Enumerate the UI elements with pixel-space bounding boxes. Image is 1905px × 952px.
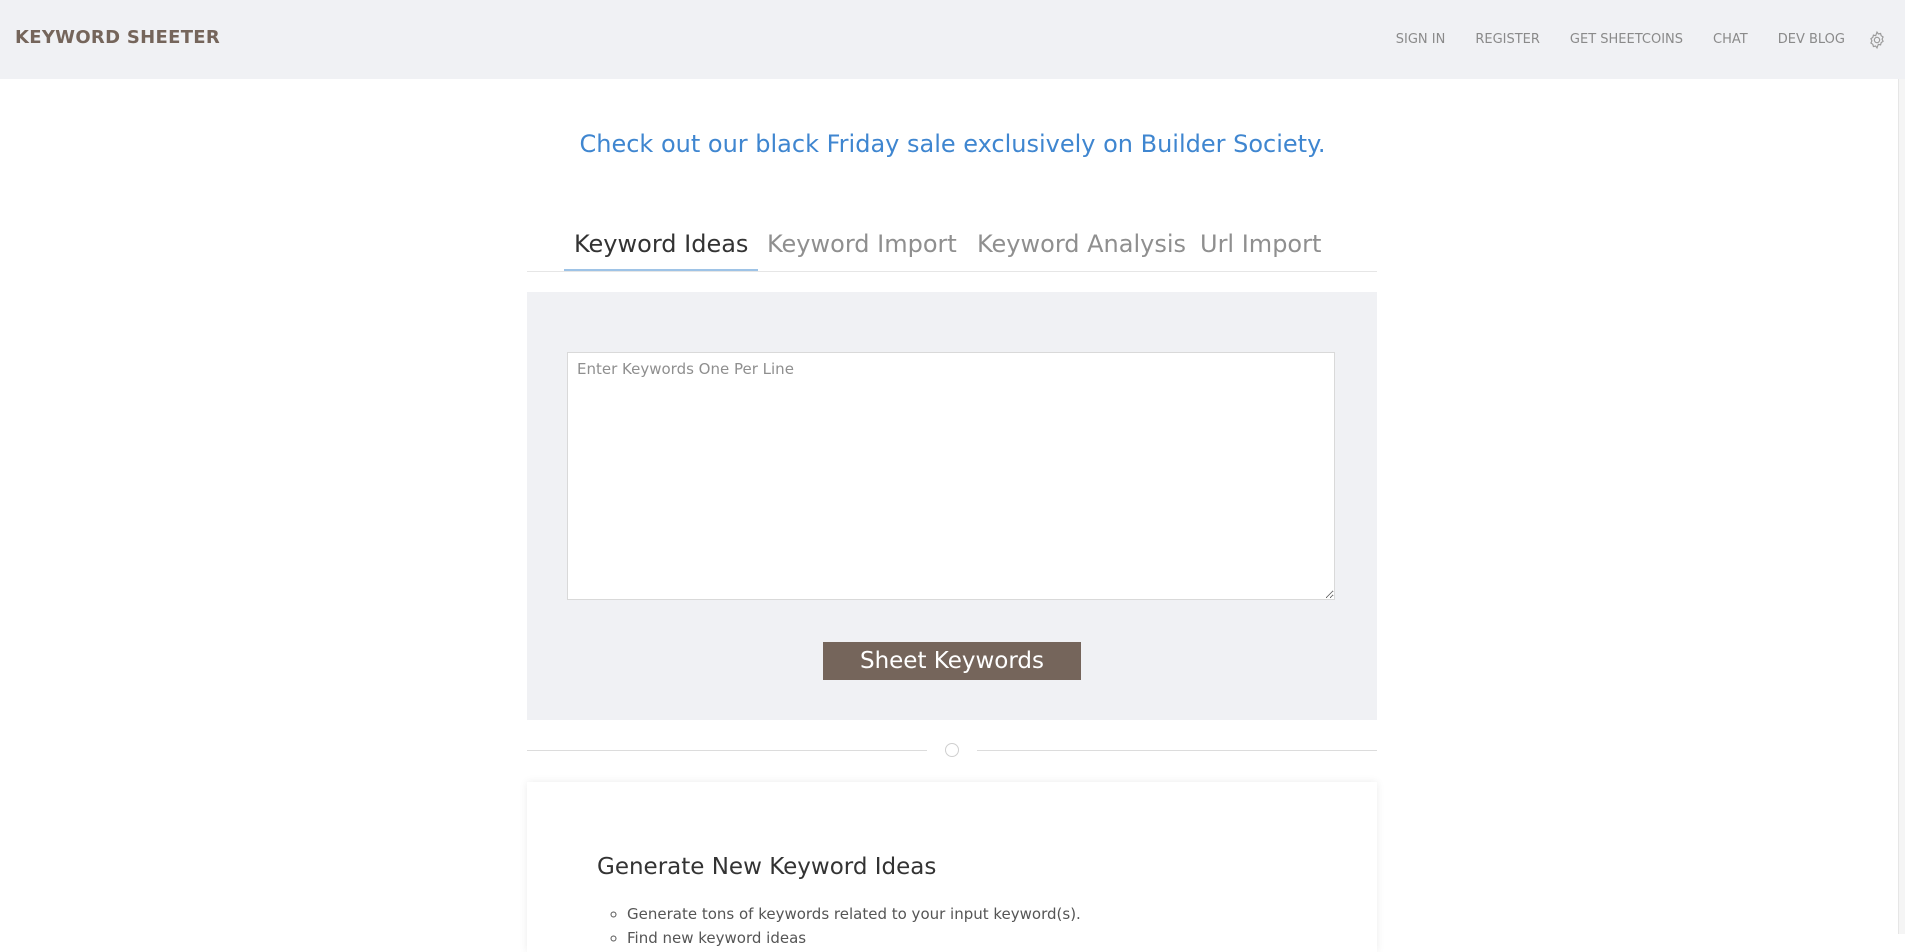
divider-line-right <box>977 750 1377 751</box>
info-card: Generate New Keyword Ideas Generate tons… <box>527 782 1377 952</box>
tab-url-import[interactable]: Url Import <box>1200 230 1321 270</box>
info-bullet-list: Generate tons of keywords related to you… <box>597 902 1081 950</box>
nav-dev-blog[interactable]: DEV BLOG <box>1778 32 1845 47</box>
tab-keyword-analysis[interactable]: Keyword Analysis <box>977 230 1186 270</box>
brand-logo[interactable]: KEYWORD SHEETER <box>15 27 220 48</box>
divider-dot <box>945 743 959 757</box>
section-divider <box>527 743 1377 757</box>
promo-link[interactable]: Check out our black Friday sale exclusiv… <box>0 130 1905 158</box>
tab-bar: Keyword Ideas Keyword Import Keyword Ana… <box>527 230 1377 272</box>
nav-get-sheetcoins[interactable]: GET SHEETCOINS <box>1570 32 1683 47</box>
info-bullet: Find new keyword ideas <box>627 926 1081 950</box>
divider-line-left <box>527 750 927 751</box>
info-title: Generate New Keyword Ideas <box>597 854 937 880</box>
nav-register[interactable]: REGISTER <box>1475 32 1540 47</box>
keyword-ideas-panel: Sheet Keywords <box>527 292 1377 720</box>
main-nav: SIGN IN REGISTER GET SHEETCOINS CHAT DEV… <box>1366 0 1887 79</box>
nav-sign-in[interactable]: SIGN IN <box>1396 32 1446 47</box>
tab-keyword-import[interactable]: Keyword Import <box>767 230 957 270</box>
tab-keyword-ideas[interactable]: Keyword Ideas <box>563 230 759 271</box>
top-navbar: KEYWORD SHEETER SIGN IN REGISTER GET SHE… <box>0 0 1905 79</box>
sheet-keywords-button[interactable]: Sheet Keywords <box>823 642 1081 680</box>
page-scrollbar[interactable] <box>1898 79 1905 934</box>
gear-icon[interactable] <box>1867 30 1887 50</box>
nav-chat[interactable]: CHAT <box>1713 32 1748 47</box>
info-bullet: Generate tons of keywords related to you… <box>627 902 1081 926</box>
keywords-textarea[interactable] <box>567 352 1335 600</box>
